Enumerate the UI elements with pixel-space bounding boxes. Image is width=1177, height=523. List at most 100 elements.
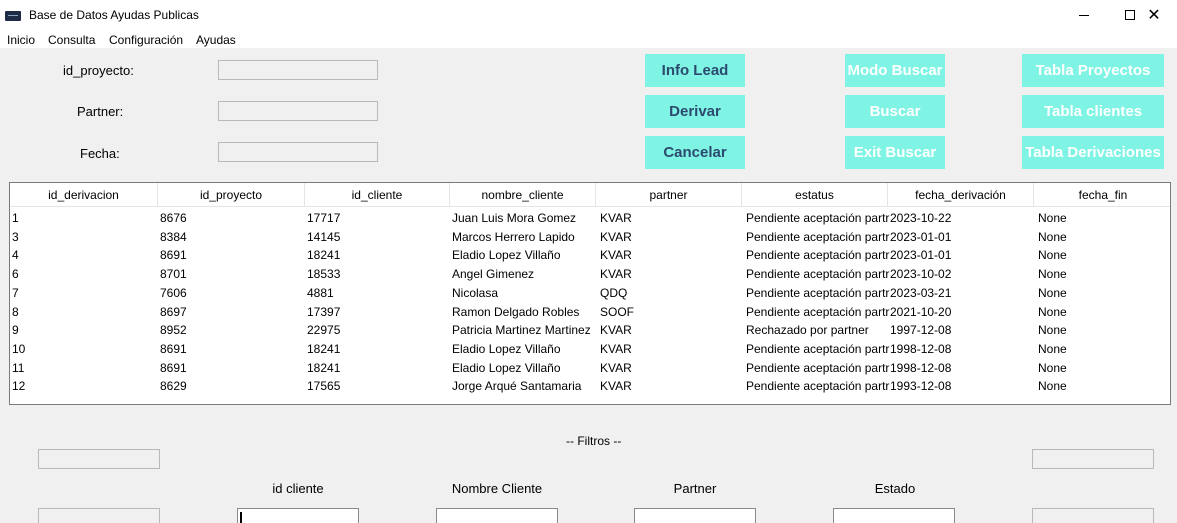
table-cell: 7606: [160, 285, 187, 300]
column-header[interactable]: id_cliente: [305, 183, 450, 207]
table-cell: 2021-10-20: [890, 304, 952, 319]
text-caret: [240, 512, 242, 523]
filters-title: -- Filtros --: [566, 434, 622, 448]
table-cell: Pendiente aceptación partr: [746, 304, 890, 319]
table-row[interactable]: 8 8697 17397 Ramon Delgado Robles SOOF Pendie…: [10, 303, 1170, 321]
partner-filter-input[interactable]: [634, 508, 756, 523]
table-cell: Juan Luis Mora Gomez: [452, 211, 577, 225]
nombre-cliente-filter-label: Nombre Cliente: [451, 481, 543, 496]
column-header[interactable]: fecha_fin: [1034, 183, 1170, 207]
table-cell: Pendiente aceptación partr: [746, 229, 890, 244]
fecha-input[interactable]: [218, 142, 378, 162]
table-cell: 17565: [307, 379, 341, 394]
exit-buscar-button[interactable]: Exit Buscar: [845, 136, 945, 169]
left-side-field-bottom[interactable]: [38, 508, 160, 523]
nombre-cliente-filter-input[interactable]: [436, 508, 558, 523]
table-cell: Jorge Arqué Santamaria: [452, 379, 582, 394]
table-cell: 8952: [160, 323, 187, 338]
table-cell: 1: [12, 211, 19, 225]
buscar-button[interactable]: Buscar: [845, 95, 945, 128]
table-row[interactable]: 4 8691 18241 Eladio Lopez Villaño KVAR Pendie…: [10, 246, 1170, 264]
table-cell: Pendiente aceptación partr: [746, 285, 890, 300]
id-proyecto-input[interactable]: [218, 60, 378, 80]
table-cell: SOOF: [600, 304, 635, 319]
table-row[interactable]: 9 8952 22975 Patricia Martinez Martinez KVAR…: [10, 321, 1170, 339]
table-cell: 18241: [307, 341, 341, 356]
table-cell: Nicolasa: [452, 285, 499, 300]
table-row[interactable]: 11 8691 18241 Eladio Lopez Villaño KVAR Pendi…: [10, 359, 1170, 377]
table-cell: 2023-10-22: [890, 211, 952, 225]
table-cell: Marcos Herrero Lapido: [452, 229, 575, 244]
table-cell: 8629: [160, 379, 187, 394]
table-cell: Eladio Lopez Villaño: [452, 248, 561, 263]
table-cell: 2023-01-01: [890, 229, 952, 244]
derivaciones-table[interactable]: id_derivacion id_proyecto id_cliente nom…: [9, 182, 1171, 405]
modo-buscar-button[interactable]: Modo Buscar: [845, 54, 945, 87]
id-cliente-filter-input[interactable]: [237, 508, 359, 523]
column-header[interactable]: estatus: [742, 183, 888, 207]
minimize-button[interactable]: [1061, 0, 1107, 30]
tabla-derivaciones-button[interactable]: Tabla Derivaciones: [1022, 136, 1164, 169]
cancelar-button[interactable]: Cancelar: [645, 136, 745, 169]
table-cell: None: [1038, 304, 1067, 319]
table-cell: 17717: [307, 211, 341, 225]
table-row[interactable]: 7 7606 4881 Nicolasa QDQ Pendiente aceptación…: [10, 284, 1170, 302]
table-cell: Pendiente aceptación partr: [746, 341, 890, 356]
table-row[interactable]: 3 8384 14145 Marcos Herrero Lapido KVAR Pendi…: [10, 228, 1170, 246]
window-title: Base de Datos Ayudas Publicas: [29, 8, 199, 22]
table-cell: None: [1038, 285, 1067, 300]
table-cell: KVAR: [600, 211, 632, 225]
table-cell: KVAR: [600, 267, 632, 282]
table-cell: KVAR: [600, 360, 632, 375]
close-button[interactable]: ✕: [1131, 0, 1177, 30]
right-side-field-top[interactable]: [1032, 449, 1154, 469]
menu-inicio[interactable]: Inicio: [7, 33, 35, 47]
table-cell: Pendiente aceptación partr: [746, 267, 890, 282]
table-cell: 2023-10-02: [890, 267, 952, 282]
table-cell: 7: [12, 285, 19, 300]
column-header[interactable]: nombre_cliente: [450, 183, 596, 207]
menu-ayudas[interactable]: Ayudas: [196, 33, 236, 47]
estado-filter-input[interactable]: [833, 508, 955, 523]
table-cell: None: [1038, 379, 1067, 394]
table-cell: Pendiente aceptación partr: [746, 360, 890, 375]
minimize-icon: [1079, 14, 1089, 16]
table-row[interactable]: 1 8676 17717 Juan Luis Mora Gomez KVAR Pendie…: [10, 209, 1170, 227]
info-lead-button[interactable]: Info Lead: [645, 54, 745, 87]
partner-label: Partner:: [77, 104, 124, 119]
id-cliente-filter-label: id cliente: [272, 481, 324, 496]
column-header[interactable]: id_derivacion: [10, 183, 158, 207]
table-cell: Ramon Delgado Robles: [452, 304, 580, 319]
derivar-button[interactable]: Derivar: [645, 95, 745, 128]
table-cell: 1997-12-08: [890, 323, 952, 338]
column-header[interactable]: id_proyecto: [158, 183, 305, 207]
column-header[interactable]: fecha_derivación: [888, 183, 1034, 207]
table-cell: 9: [12, 323, 19, 338]
table-cell: 1998-12-08: [890, 360, 952, 375]
table-cell: KVAR: [600, 323, 632, 338]
table-cell: 18533: [307, 267, 341, 282]
table-row[interactable]: 12 8629 17565 Jorge Arqué Santamaria KVAR Pen…: [10, 377, 1170, 395]
right-side-field-bottom[interactable]: [1032, 508, 1154, 523]
partner-input[interactable]: [218, 101, 378, 121]
table-cell: None: [1038, 267, 1067, 282]
table-row[interactable]: 10 8691 18241 Eladio Lopez Villaño KVAR Pendi…: [10, 340, 1170, 358]
table-cell: 2023-03-21: [890, 285, 952, 300]
table-cell: 8691: [160, 360, 187, 375]
left-side-field-top[interactable]: [38, 449, 160, 469]
table-cell: 11: [12, 360, 25, 375]
app-window: Base de Datos Ayudas Publicas ✕ Inicio C…: [0, 0, 1177, 523]
table-cell: 4: [12, 248, 19, 263]
table-cell: 8701: [160, 267, 187, 282]
table-cell: Eladio Lopez Villaño: [452, 360, 561, 375]
table-cell: None: [1038, 211, 1067, 225]
column-header[interactable]: partner: [596, 183, 742, 207]
tabla-clientes-button[interactable]: Tabla clientes: [1022, 95, 1164, 128]
table-row[interactable]: 6 8701 18533 Angel Gimenez KVAR Pendiente ace…: [10, 265, 1170, 283]
table-cell: Rechazado por partner: [746, 323, 869, 338]
tabla-proyectos-button[interactable]: Tabla Proyectos: [1022, 54, 1164, 87]
table-cell: Pendiente aceptación partr: [746, 379, 890, 394]
table-cell: 8691: [160, 248, 187, 263]
menu-consulta[interactable]: Consulta: [48, 33, 95, 47]
menu-configuracion[interactable]: Configuración: [109, 33, 183, 47]
